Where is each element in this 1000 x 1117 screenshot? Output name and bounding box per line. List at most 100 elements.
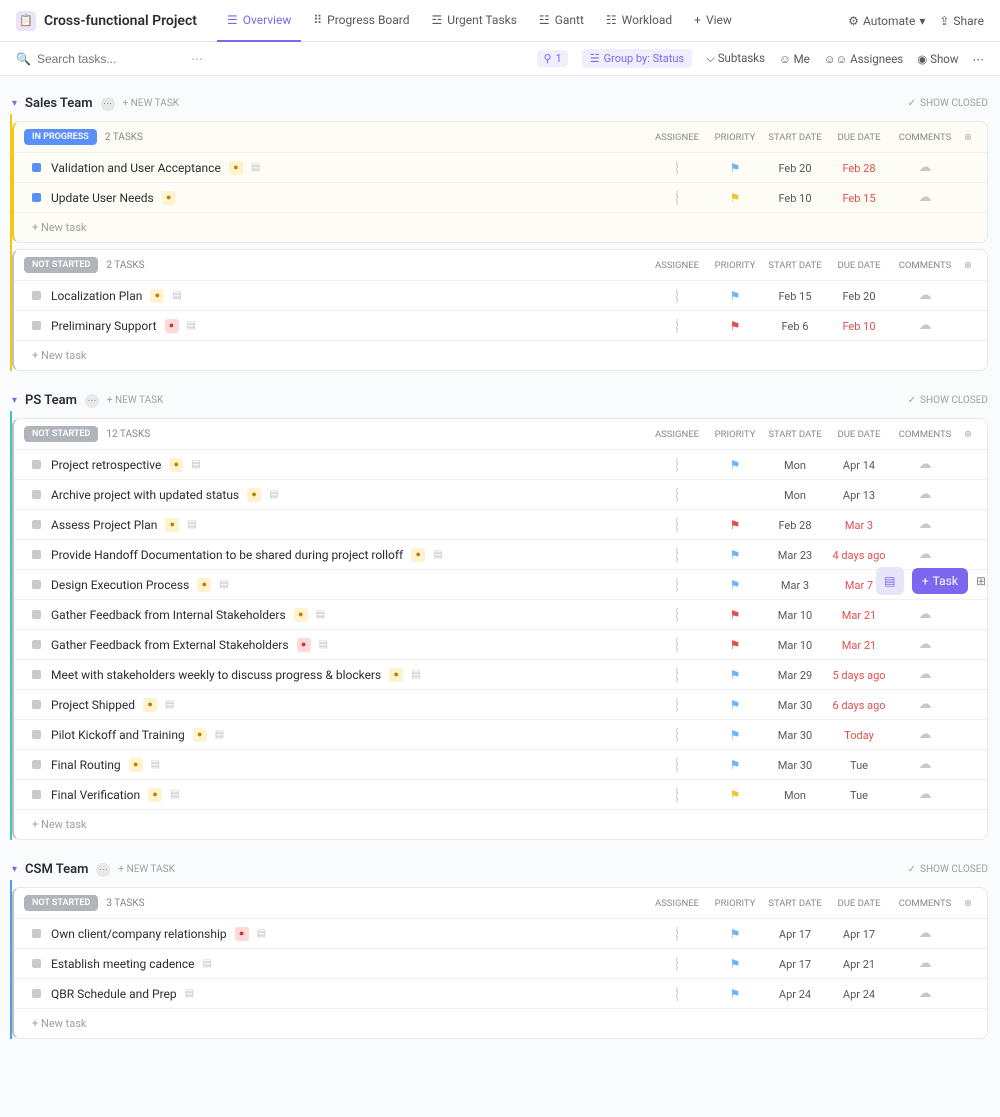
task-row[interactable]: Provide Handoff Documentation to be shar… (14, 539, 987, 569)
start-date[interactable]: Feb 10 (778, 192, 811, 205)
comment-icon[interactable]: ☁ (919, 517, 932, 532)
task-name[interactable]: Validation and User Acceptance (51, 161, 221, 175)
due-date[interactable]: Feb 10 (842, 320, 875, 333)
status-mark[interactable] (32, 520, 41, 529)
status-mark[interactable] (32, 490, 41, 499)
task-name[interactable]: Final Routing (51, 758, 121, 772)
assignee-empty[interactable] (676, 787, 678, 803)
task-row[interactable]: Final Verification ●▤ ⚑ Mon Tue ☁ (14, 779, 987, 809)
me-filter[interactable]: ☺ Me (779, 52, 810, 66)
due-date[interactable]: Today (844, 729, 874, 742)
col-due[interactable]: DUE DATE (827, 429, 891, 440)
start-date[interactable]: Mon (784, 789, 806, 802)
start-date[interactable]: Mar 3 (781, 579, 809, 592)
priority-flag[interactable]: ⚑ (730, 578, 741, 592)
more-menu[interactable]: ⋯ (973, 52, 985, 66)
info-icon[interactable]: ⋯ (85, 394, 99, 408)
group-by[interactable]: ☱Group by: Status (582, 49, 692, 68)
comment-icon[interactable]: ☁ (919, 697, 932, 712)
start-date[interactable]: Feb 20 (778, 162, 811, 175)
col-comments[interactable]: COMMENTS (891, 898, 959, 909)
show-menu[interactable]: ◉ Show (917, 52, 958, 66)
assignee-empty[interactable] (676, 457, 678, 473)
due-date[interactable]: Mar 3 (845, 519, 873, 532)
collapse-section[interactable]: ▾ (12, 864, 17, 875)
assignee-empty[interactable] (676, 318, 678, 334)
task-name[interactable]: Update User Needs (51, 191, 154, 205)
due-date[interactable]: Apr 24 (843, 988, 875, 1001)
show-closed[interactable]: ✓SHOW CLOSED (908, 395, 988, 406)
start-date[interactable]: Feb 6 (782, 320, 809, 333)
share-button[interactable]: ⇪Share (939, 14, 984, 28)
new-task-link[interactable]: + NEW TASK (107, 395, 163, 406)
start-date[interactable]: Mon (784, 459, 806, 472)
task-row[interactable]: Project retrospective ●▤ ⚑ Mon Apr 14 ☁ (14, 449, 987, 479)
comment-icon[interactable]: ☁ (919, 607, 932, 622)
task-name[interactable]: Preliminary Support (51, 319, 157, 333)
due-date[interactable]: Feb 15 (842, 192, 875, 205)
tab-workload[interactable]: ☷Workload (596, 0, 682, 42)
task-row[interactable]: Gather Feedback from Internal Stakeholde… (14, 599, 987, 629)
priority-flag[interactable]: ⚑ (730, 458, 741, 472)
comment-icon[interactable]: ☁ (919, 986, 932, 1001)
due-date[interactable]: Tue (850, 789, 868, 802)
start-date[interactable]: Apr 17 (779, 958, 811, 971)
new-task-row[interactable]: + New task (14, 1008, 987, 1038)
tab-urgent-tasks[interactable]: ☲Urgent Tasks (422, 0, 527, 42)
col-priority[interactable]: PRIORITY (707, 260, 763, 271)
start-date[interactable]: Feb 28 (778, 519, 811, 532)
status-mark[interactable] (32, 929, 41, 938)
status-mark[interactable] (32, 163, 41, 172)
status-mark[interactable] (32, 790, 41, 799)
col-start[interactable]: START DATE (763, 132, 827, 143)
due-date[interactable]: Tue (850, 759, 868, 772)
col-due[interactable]: DUE DATE (827, 260, 891, 271)
assignee-empty[interactable] (676, 190, 678, 206)
assignee-empty[interactable] (676, 986, 678, 1002)
comment-icon[interactable]: ☁ (919, 487, 932, 502)
due-date[interactable]: 5 days ago (832, 669, 885, 682)
start-date[interactable]: Apr 24 (779, 988, 811, 1001)
subtasks-toggle[interactable]: ⌵ Subtasks (706, 51, 765, 66)
assignees-filter[interactable]: ☺☺ Assignees (824, 52, 903, 66)
start-date[interactable]: Mon (784, 489, 806, 502)
due-date[interactable]: Mar 7 (845, 579, 873, 592)
col-assignee[interactable]: ASSIGNEE (647, 429, 707, 440)
collapse-section[interactable]: ▾ (12, 98, 17, 109)
col-priority[interactable]: PRIORITY (707, 898, 763, 909)
tab-progress-board[interactable]: ⠿Progress Board (303, 0, 419, 42)
comment-icon[interactable]: ☁ (919, 160, 932, 175)
task-row[interactable]: Update User Needs ● ⚑ Feb 10 Feb 15 ☁ (14, 182, 987, 212)
task-row[interactable]: Design Execution Process ●▤ ⚑ Mar 3 Mar … (14, 569, 987, 599)
task-row[interactable]: Final Routing ●▤ ⚑ Mar 30 Tue ☁ (14, 749, 987, 779)
start-date[interactable]: Mar 30 (778, 699, 812, 712)
show-closed[interactable]: ✓SHOW CLOSED (908, 98, 988, 109)
start-date[interactable]: Mar 30 (778, 729, 812, 742)
status-mark[interactable] (32, 460, 41, 469)
col-priority[interactable]: PRIORITY (707, 429, 763, 440)
task-name[interactable]: Meet with stakeholders weekly to discuss… (51, 668, 381, 682)
task-row[interactable]: Own client/company relationship ●▤ ⚑ Apr… (14, 918, 987, 948)
due-date[interactable]: Feb 20 (842, 290, 875, 303)
priority-flag[interactable]: ⚑ (730, 758, 741, 772)
assignee-empty[interactable] (676, 487, 678, 503)
comment-icon[interactable]: ☁ (919, 637, 932, 652)
due-date[interactable]: Mar 21 (842, 609, 876, 622)
assignee-empty[interactable] (676, 288, 678, 304)
due-date[interactable]: Apr 14 (843, 459, 875, 472)
notepad-fab[interactable]: ▤ (876, 567, 904, 595)
more-options[interactable]: ⋯ (191, 52, 203, 66)
task-row[interactable]: Gather Feedback from External Stakeholde… (14, 629, 987, 659)
comment-icon[interactable]: ☁ (919, 757, 932, 772)
col-due[interactable]: DUE DATE (827, 898, 891, 909)
col-comments[interactable]: COMMENTS (891, 429, 959, 440)
task-name[interactable]: Establish meeting cadence (51, 957, 194, 971)
assignee-empty[interactable] (676, 637, 678, 653)
priority-flag[interactable]: ⚑ (730, 518, 741, 532)
status-mark[interactable] (32, 670, 41, 679)
col-assignee[interactable]: ASSIGNEE (647, 260, 707, 271)
assignee-empty[interactable] (676, 160, 678, 176)
info-icon[interactable]: ⋯ (96, 863, 110, 877)
status-mark[interactable] (32, 989, 41, 998)
new-task-link[interactable]: + NEW TASK (123, 98, 179, 109)
